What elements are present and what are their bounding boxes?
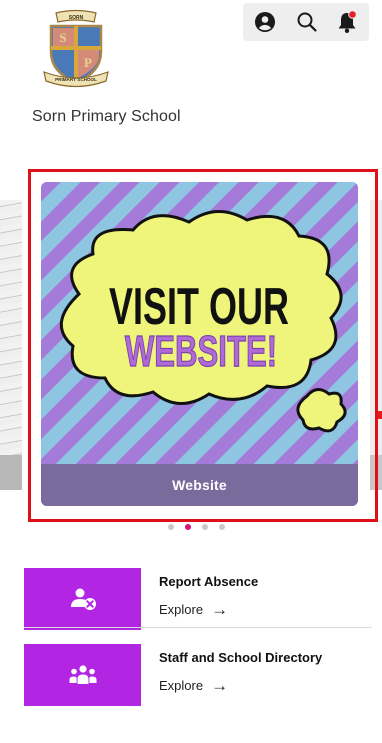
carousel-dot-2-active[interactable]	[185, 524, 191, 530]
carousel-pagination	[168, 523, 228, 531]
quick-link-divider	[24, 627, 372, 628]
active-slide-highlight: VISIT OUR WEBSITE! Website	[28, 169, 378, 522]
crest-letter-p: P	[84, 55, 92, 70]
website-slide-card[interactable]: VISIT OUR WEBSITE! Website	[41, 182, 358, 506]
staff-directory-icon	[69, 665, 96, 684]
arrow-right-icon: →	[211, 676, 229, 695]
carousel-dot-4[interactable]	[219, 524, 225, 530]
previous-slide-image	[0, 200, 22, 455]
app-header: S P SORN PRIMARY SCHOOL Sorn Primary Sch…	[0, 0, 382, 150]
carousel-dot-1[interactable]	[168, 524, 174, 530]
top-action-bar	[243, 3, 369, 41]
explore-label: Explore	[159, 678, 204, 693]
quick-link-staff-directory[interactable]: Staff and School Directory Explore →	[24, 641, 372, 707]
staff-directory-explore-link[interactable]: Explore →	[159, 676, 229, 695]
profile-icon[interactable]	[251, 8, 279, 36]
carousel-dot-3[interactable]	[202, 524, 208, 530]
news-carousel[interactable]: VISIT OUR WEBSITE! Website	[0, 165, 382, 525]
report-absence-explore-link[interactable]: Explore →	[159, 600, 229, 619]
crest-bottom-banner: PRIMARY SCHOOL	[55, 77, 97, 82]
arrow-right-icon: →	[211, 600, 229, 619]
quick-link-report-absence[interactable]: Report Absence Explore →	[24, 565, 372, 631]
crest-top-banner: SORN	[69, 15, 84, 21]
school-name: Sorn Primary School	[32, 108, 181, 125]
previous-slide-peek[interactable]	[0, 200, 22, 490]
school-crest-logo: S P SORN PRIMARY SCHOOL	[42, 8, 110, 88]
notification-badge	[348, 10, 357, 19]
report-absence-tile[interactable]	[24, 568, 141, 630]
report-absence-title: Report Absence	[159, 574, 259, 589]
search-icon[interactable]	[293, 8, 321, 36]
staff-directory-title: Staff and School Directory	[159, 650, 323, 665]
visit-website-image: VISIT OUR WEBSITE!	[41, 182, 358, 464]
slide-caption: Website	[41, 464, 358, 506]
previous-slide-caption-bar	[0, 455, 22, 490]
report-absence-icon	[70, 588, 96, 610]
website-exclaim-text: WEBSITE!	[125, 328, 277, 376]
staff-directory-tile[interactable]	[24, 644, 141, 706]
bell-icon[interactable]	[333, 8, 361, 36]
crest-letter-s: S	[59, 30, 66, 45]
explore-label: Explore	[159, 602, 204, 617]
